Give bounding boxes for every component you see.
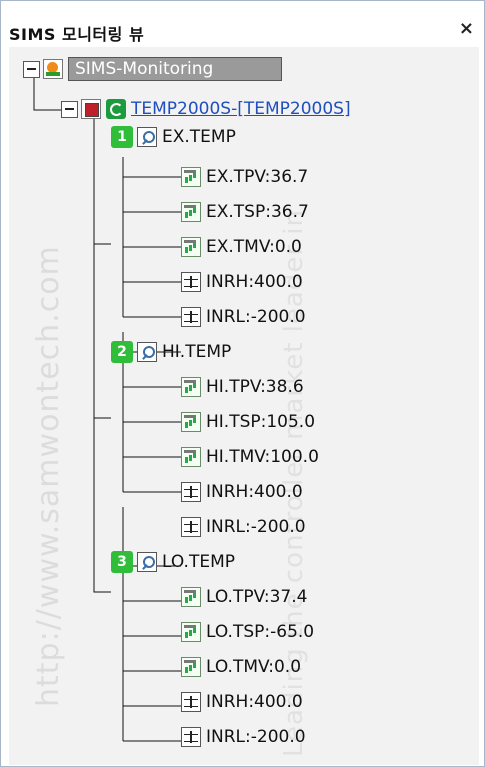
panel-title: SIMS 모니터링 뷰 <box>9 25 145 44</box>
signal-icon <box>181 622 201 642</box>
group-number-badge: 3 <box>111 551 133 573</box>
tree-node-label: LO.TEMP <box>162 552 236 572</box>
signal-icon <box>181 447 201 467</box>
group-number-badge: 1 <box>111 126 133 148</box>
monitor-search-icon <box>137 127 157 147</box>
tree-leaf[interactable]: HI.TSP:105.0 <box>181 408 315 436</box>
tree-node-label: INRH:400.0 <box>206 482 303 502</box>
tree-node-label: EX.TPV:36.7 <box>206 167 309 187</box>
tree-leaf[interactable]: INRL:-200.0 <box>181 303 306 331</box>
tree-node-label: EX.TSP:36.7 <box>206 202 309 222</box>
tree-leaf[interactable]: EX.TMV:0.0 <box>181 233 302 261</box>
range-icon <box>181 272 201 292</box>
close-icon[interactable]: × <box>459 18 474 39</box>
tree-leaf[interactable]: INRL:-200.0 <box>181 513 306 541</box>
tree-node-label: EX.TEMP <box>162 127 236 147</box>
range-icon <box>181 727 201 747</box>
tree-node-label: HI.TPV:38.6 <box>206 377 304 397</box>
tree-node-label: HI.TSP:105.0 <box>206 412 316 432</box>
range-icon <box>181 307 201 327</box>
device-link[interactable]: TEMP2000S-[TEMP2000S] <box>131 98 351 120</box>
tree-node-group[interactable]: 1 EX.TEMP <box>111 123 236 151</box>
tree-leaf[interactable]: INRH:400.0 <box>181 478 303 506</box>
monitor-search-icon <box>137 342 157 362</box>
signal-icon <box>181 202 201 222</box>
tree-leaf[interactable]: HI.TPV:38.6 <box>181 373 304 401</box>
tree-leaf[interactable]: INRH:400.0 <box>181 688 303 716</box>
collapse-toggle[interactable] <box>61 100 78 118</box>
monitor-search-icon <box>137 552 157 572</box>
tree-node-label: INRH:400.0 <box>206 272 303 292</box>
tree-node-label: LO.TPV:37.4 <box>206 587 308 607</box>
tree-leaf[interactable]: EX.TSP:36.7 <box>181 198 309 226</box>
tree-node-group[interactable]: 3 LO.TEMP <box>111 548 235 576</box>
tree-node-device[interactable]: TEMP2000S-[TEMP2000S] <box>61 95 351 123</box>
tree-view[interactable]: http://www.samwontech.com Leading the co… <box>9 47 479 765</box>
sims-icon <box>43 59 63 79</box>
device-icon <box>81 99 101 119</box>
tree-leaf[interactable]: LO.TMV:0.0 <box>181 653 301 681</box>
tree-node-label: INRL:-200.0 <box>206 727 306 747</box>
tree-node-root[interactable]: SIMS-Monitoring <box>23 55 282 83</box>
range-icon <box>181 692 201 712</box>
tree-node-label: INRL:-200.0 <box>206 517 306 537</box>
tree-node-group[interactable]: 2 HI.TEMP <box>111 338 231 366</box>
tree-leaf[interactable]: HI.TMV:100.0 <box>181 443 319 471</box>
tree-leaf[interactable]: LO.TPV:37.4 <box>181 583 307 611</box>
collapse-toggle[interactable] <box>23 60 40 78</box>
signal-icon <box>181 657 201 677</box>
tree-node-label: HI.TMV:100.0 <box>206 447 319 467</box>
signal-icon <box>181 167 201 187</box>
tree-node-label: HI.TEMP <box>162 342 232 362</box>
signal-icon <box>181 377 201 397</box>
panel-titlebar: SIMS 모니터링 뷰 × <box>1 1 484 47</box>
tree-node-label: INRH:400.0 <box>206 692 303 712</box>
refresh-icon[interactable] <box>106 99 126 119</box>
tree-leaf[interactable]: EX.TPV:36.7 <box>181 163 308 191</box>
signal-icon <box>181 237 201 257</box>
tree-node-label: LO.TMV:0.0 <box>206 657 302 677</box>
signal-icon <box>181 587 201 607</box>
tree-node-label: INRL:-200.0 <box>206 307 306 327</box>
range-icon <box>181 482 201 502</box>
tree-node-label: LO.TSP:-65.0 <box>206 622 315 642</box>
tree-leaf[interactable]: INRH:400.0 <box>181 268 303 296</box>
tree-node-label: SIMS-Monitoring <box>68 57 282 81</box>
tree-leaf[interactable]: LO.TSP:-65.0 <box>181 618 314 646</box>
tree-leaf[interactable]: INRL:-200.0 <box>181 723 306 751</box>
signal-icon <box>181 412 201 432</box>
tree-node-label: EX.TMV:0.0 <box>206 237 302 257</box>
range-icon <box>181 517 201 537</box>
group-number-badge: 2 <box>111 341 133 363</box>
monitor-panel: SIMS 모니터링 뷰 × http://www.samwontech.com … <box>0 0 485 767</box>
